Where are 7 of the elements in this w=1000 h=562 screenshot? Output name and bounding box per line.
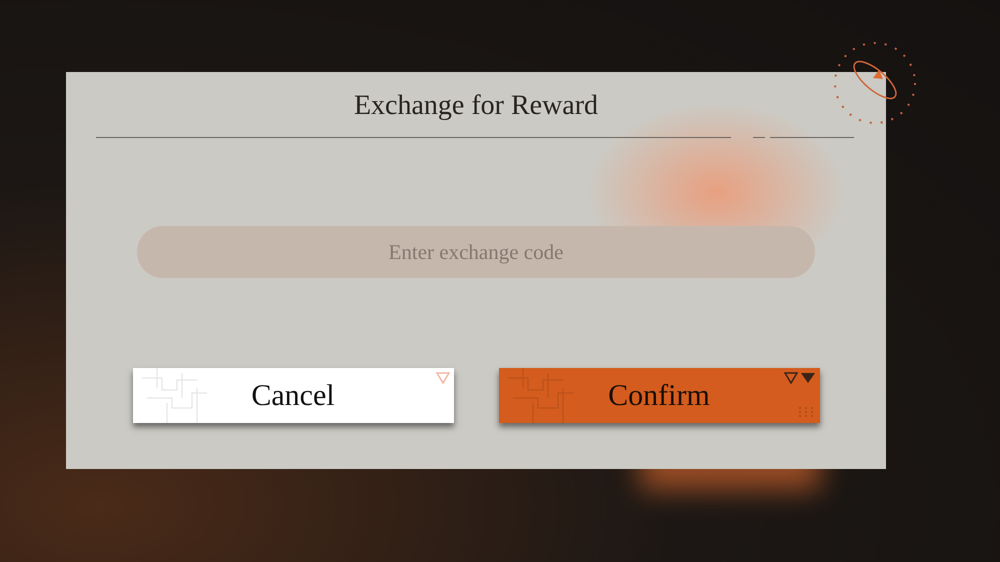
cancel-button[interactable]: Cancel bbox=[132, 368, 454, 423]
triangles-icon bbox=[784, 372, 816, 384]
dot-grid-icon bbox=[798, 406, 814, 418]
triangle-icon bbox=[436, 372, 450, 384]
code-input-field[interactable]: Enter exchange code bbox=[137, 226, 815, 278]
dialog-title: Exchange for Reward bbox=[354, 90, 598, 122]
confirm-button[interactable]: Confirm bbox=[498, 368, 820, 423]
